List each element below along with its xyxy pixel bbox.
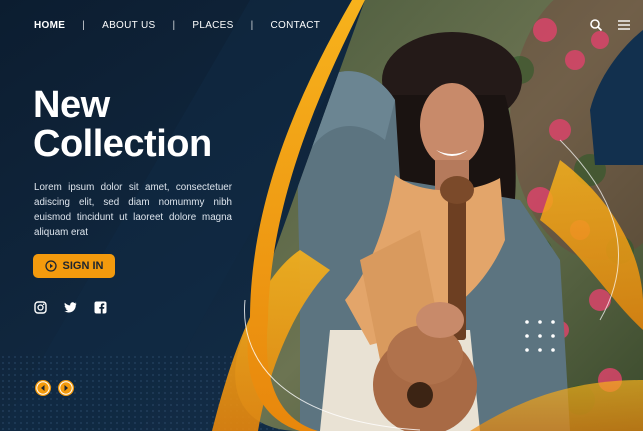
search-icon[interactable]	[589, 18, 603, 32]
nav-separator: |	[172, 20, 176, 31]
nav-separator: |	[250, 20, 254, 31]
hero-title: New Collection	[33, 86, 212, 164]
nav-contact-link[interactable]: CONTACT	[271, 20, 321, 31]
top-icons	[589, 18, 631, 32]
social-links	[34, 301, 107, 314]
nav-about-link[interactable]: ABOUT US	[102, 20, 155, 31]
sign-in-button[interactable]: SIGN IN	[33, 254, 115, 278]
instagram-icon[interactable]	[34, 301, 47, 314]
sign-in-label: SIGN IN	[62, 260, 104, 272]
facebook-icon[interactable]	[94, 301, 107, 314]
hero-description: Lorem ipsum dolor sit amet, consectetuer…	[34, 181, 232, 238]
chevron-left-icon[interactable]	[35, 380, 51, 396]
nav-separator: |	[82, 20, 86, 31]
hero-title-line-1: New	[33, 84, 110, 126]
hero-title-line-2: Collection	[33, 123, 212, 165]
nav-home-link[interactable]: HOME	[34, 20, 65, 31]
hamburger-menu-icon[interactable]	[617, 18, 631, 32]
chevron-right-icon[interactable]	[58, 380, 74, 396]
nav-places-link[interactable]: PLACES	[192, 20, 233, 31]
twitter-icon[interactable]	[64, 301, 77, 314]
slider-controls	[35, 380, 74, 396]
play-circle-icon	[44, 260, 57, 272]
main-nav: HOME | ABOUT US | PLACES | CONTACT	[34, 20, 320, 31]
